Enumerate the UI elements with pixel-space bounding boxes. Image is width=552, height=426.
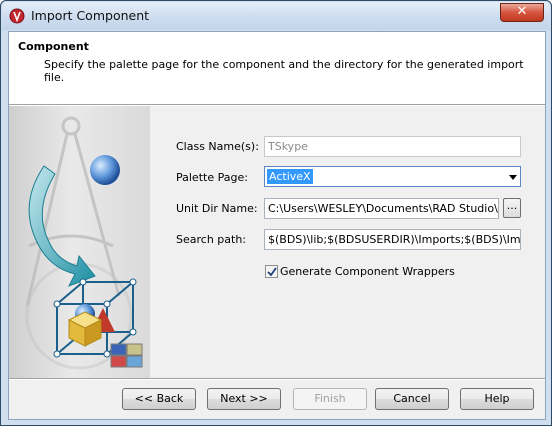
app-icon (9, 8, 25, 24)
unit-dir-field[interactable]: C:\Users\WESLEY\Documents\RAD Studio\7.0… (264, 198, 499, 219)
search-path-value: $(BDS)\lib;$(BDSUSERDIR)\Imports;$(BDS)\… (268, 233, 521, 246)
header-title: Component (18, 40, 89, 53)
back-button-label: << Back (134, 392, 184, 405)
browse-button-label: ... (506, 199, 518, 212)
cancel-button-label: Cancel (393, 392, 431, 405)
help-button[interactable]: Help (460, 388, 534, 410)
import-component-dialog: Import Component ✕ Component Specify the… (0, 0, 552, 426)
title-bar[interactable]: Import Component ✕ (2, 2, 550, 30)
next-button-label: Next >> (220, 392, 268, 405)
class-name-value: TSkype (268, 140, 308, 153)
footer-divider-highlight (9, 379, 545, 380)
search-path-field[interactable]: $(BDS)\lib;$(BDSUSERDIR)\Imports;$(BDS)\… (264, 229, 521, 250)
back-button[interactable]: << Back (122, 388, 196, 410)
close-button[interactable]: ✕ (500, 3, 544, 22)
palette-page-label: Palette Page: (176, 171, 248, 184)
class-name-label: Class Name(s): (176, 140, 259, 153)
header-description: Specify the palette page for the compone… (44, 58, 524, 84)
wizard-illustration (9, 106, 150, 378)
wizard-header: Component Specify the palette page for t… (9, 32, 545, 104)
dialog-client-area: Component Specify the palette page for t… (8, 31, 546, 420)
close-icon: ✕ (516, 4, 528, 19)
chevron-down-icon (509, 175, 517, 180)
unit-dir-label: Unit Dir Name: (176, 202, 258, 215)
generate-wrappers-label[interactable]: Generate Component Wrappers (280, 265, 455, 278)
generate-wrappers-checkbox[interactable] (265, 265, 278, 278)
palette-page-dropdown[interactable]: ActiveX (264, 166, 521, 187)
next-button[interactable]: Next >> (207, 388, 281, 410)
cancel-button[interactable]: Cancel (375, 388, 449, 410)
palette-page-value: ActiveX (267, 169, 313, 184)
search-path-label: Search path: (176, 233, 247, 246)
finish-button[interactable]: Finish (293, 388, 367, 410)
class-name-field[interactable]: TSkype (264, 136, 521, 157)
window-title: Import Component (31, 8, 150, 23)
browse-button[interactable]: ... (503, 198, 521, 218)
help-button-label: Help (484, 392, 510, 405)
wizard-art-svg (25, 116, 143, 370)
check-icon (267, 267, 277, 277)
unit-dir-value: C:\Users\WESLEY\Documents\RAD Studio\7.0… (268, 202, 498, 215)
finish-button-label: Finish (314, 392, 346, 405)
